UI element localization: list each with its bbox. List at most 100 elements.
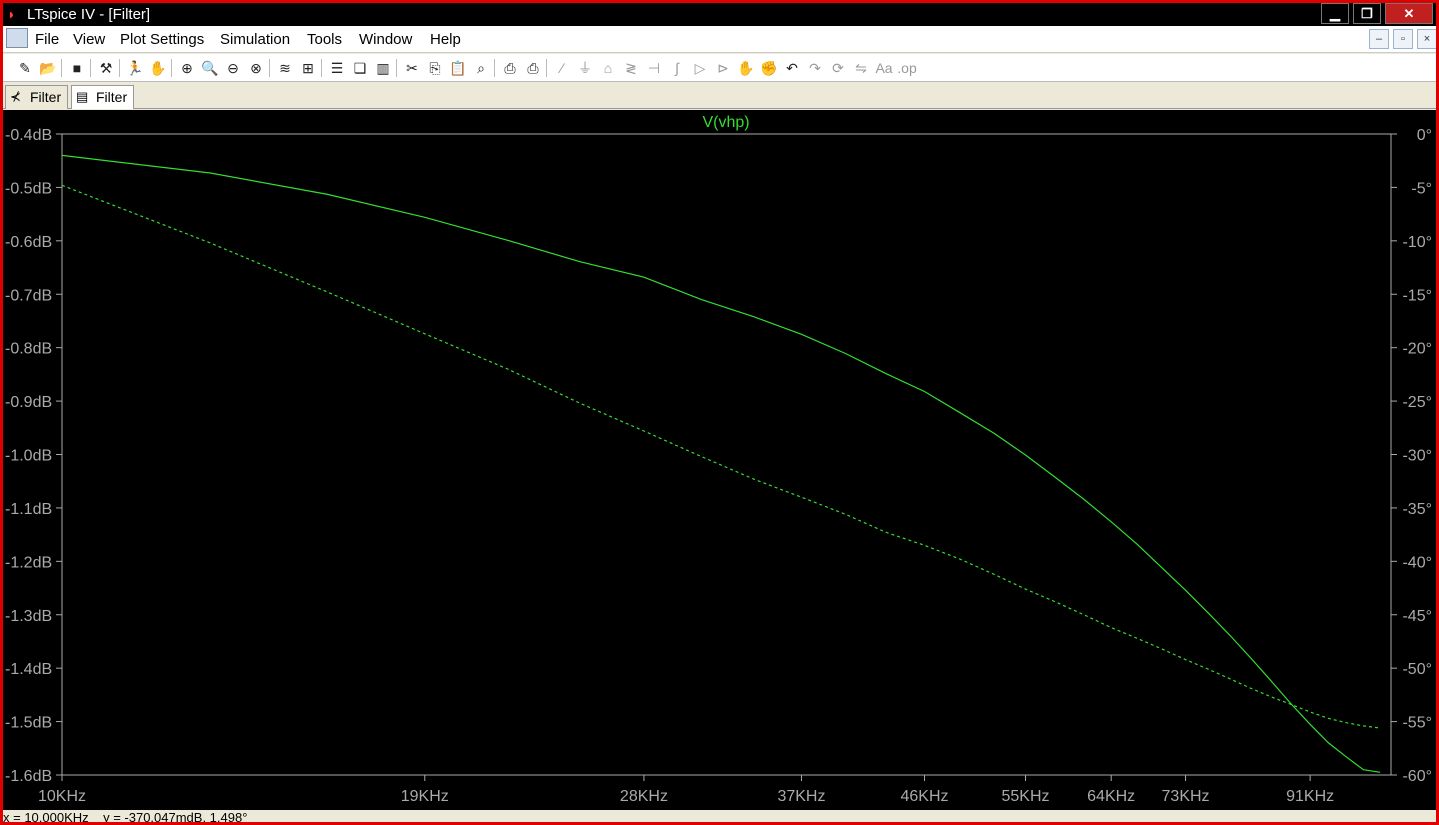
- open-icon[interactable]: 📂: [38, 58, 58, 78]
- zoom-in-icon[interactable]: ⊕: [177, 58, 197, 78]
- waveform-icon: ▤: [76, 89, 89, 104]
- drag-icon[interactable]: ✊: [759, 58, 779, 78]
- x-tick-label: 46KHz: [901, 788, 949, 805]
- tile-vertical-icon[interactable]: ▥: [373, 58, 393, 78]
- run-icon[interactable]: 🏃: [125, 58, 145, 78]
- y-right-tick-label: -50°: [1402, 661, 1432, 678]
- waveform-window-icon[interactable]: [6, 28, 28, 48]
- wire-icon[interactable]: ∕: [552, 58, 572, 78]
- menu-simulation[interactable]: Simulation: [220, 31, 290, 48]
- find-icon[interactable]: ⌕: [471, 58, 491, 78]
- status-bar: x = 10.000KHz y = -370.047mdB, 1.498°: [3, 810, 1436, 825]
- menu-bar: File View Plot Settings Simulation Tools…: [3, 26, 1436, 53]
- tab-schematic-filter[interactable]: ⊀ Filter: [5, 85, 69, 109]
- mdi-minimize-button[interactable]: –: [1369, 29, 1389, 49]
- y-left-tick-label: -0.5dB: [5, 180, 52, 197]
- zoom-area-icon[interactable]: 🔍: [200, 58, 220, 78]
- restore-button[interactable]: ❐: [1353, 3, 1381, 24]
- toolbar-separator: [119, 59, 120, 77]
- y-right-tick-label: -15°: [1402, 287, 1432, 304]
- print-icon[interactable]: ⎙: [523, 58, 543, 78]
- menu-plot-settings[interactable]: Plot Settings: [120, 31, 204, 48]
- capacitor-icon[interactable]: ⊣: [644, 58, 664, 78]
- y-left-tick-label: -1.1dB: [5, 501, 52, 518]
- y-right-tick-label: -55°: [1402, 715, 1432, 732]
- y-left-tick-label: -0.8dB: [5, 341, 52, 358]
- y-left-tick-label: -1.4dB: [5, 661, 52, 678]
- new-schematic-icon[interactable]: ✎: [15, 58, 35, 78]
- copy-icon[interactable]: ⎘: [425, 58, 445, 78]
- zoom-cancel-icon[interactable]: ⊗: [246, 58, 266, 78]
- component-icon[interactable]: ⊳: [713, 58, 733, 78]
- x-tick-label: 55KHz: [1002, 788, 1050, 805]
- cursor-readout: x = 10.000KHz y = -370.047mdB, 1.498°: [3, 810, 248, 825]
- y-left-tick-label: -1.0dB: [5, 448, 52, 465]
- plot-background: [3, 110, 1436, 810]
- y-left-tick-label: -0.9dB: [5, 394, 52, 411]
- x-tick-label: 91KHz: [1286, 788, 1334, 805]
- y-left-tick-label: -1.6dB: [5, 768, 52, 785]
- mdi-restore-button[interactable]: ▫: [1393, 29, 1413, 49]
- cascade-icon[interactable]: ❏: [350, 58, 370, 78]
- redo-icon[interactable]: ↷: [805, 58, 825, 78]
- x-tick-label: 19KHz: [401, 788, 449, 805]
- minimize-button[interactable]: ▁: [1321, 3, 1349, 24]
- y-right-tick-label: -45°: [1402, 608, 1432, 625]
- y-right-tick-label: -40°: [1402, 554, 1432, 571]
- x-tick-label: 28KHz: [620, 788, 668, 805]
- tab-waveform-filter[interactable]: ▤ Filter: [71, 85, 135, 109]
- x-tick-label: 64KHz: [1087, 788, 1135, 805]
- waveform-plot[interactable]: -0.4dB -0.5dB -0.6dB -0.7dB -0.8dB -0.9dB -1.0…: [3, 110, 1436, 810]
- fit-icon[interactable]: ⊞: [298, 58, 318, 78]
- label-icon[interactable]: ⌂: [598, 58, 618, 78]
- y-right-tick-label: -35°: [1402, 501, 1432, 518]
- toolbar-separator: [269, 59, 270, 77]
- x-tick-label: 10KHz: [38, 788, 86, 805]
- menu-file[interactable]: File: [35, 31, 59, 48]
- menu-tools[interactable]: Tools: [307, 31, 342, 48]
- hammer-icon[interactable]: ⚒: [96, 58, 116, 78]
- autorange-icon[interactable]: ≋: [275, 58, 295, 78]
- print-preview-icon[interactable]: ⎙: [500, 58, 520, 78]
- toolbar-separator: [396, 59, 397, 77]
- tab-bar: ⊀ Filter ▤ Filter: [3, 83, 1436, 109]
- y-right-tick-label: -60°: [1402, 768, 1432, 785]
- spice-directive-icon[interactable]: .op: [897, 58, 917, 78]
- save-icon[interactable]: ■: [67, 58, 87, 78]
- menu-help[interactable]: Help: [430, 31, 461, 48]
- paste-icon[interactable]: 📋: [448, 58, 468, 78]
- inductor-icon[interactable]: ∫: [667, 58, 687, 78]
- y-right-tick-label: -5°: [1411, 180, 1432, 197]
- mdi-close-button[interactable]: ×: [1417, 29, 1436, 49]
- y-left-tick-label: -1.2dB: [5, 554, 52, 571]
- ltspice-window: ◗ LTspice IV - [Filter] ▁ ❐ ✕ File View …: [0, 0, 1439, 825]
- close-button[interactable]: ✕: [1385, 3, 1433, 24]
- zoom-out-icon[interactable]: ⊖: [223, 58, 243, 78]
- diode-icon[interactable]: ▷: [690, 58, 710, 78]
- menu-view[interactable]: View: [73, 31, 105, 48]
- mirror-icon[interactable]: ⇋: [851, 58, 871, 78]
- resistor-icon[interactable]: ≷: [621, 58, 641, 78]
- y-left-tick-label: -0.4dB: [5, 127, 52, 144]
- trace-label[interactable]: V(vhp): [702, 114, 749, 131]
- toolbar-separator: [61, 59, 62, 77]
- tile-horizontal-icon[interactable]: ☰: [327, 58, 347, 78]
- tab-label: Filter: [30, 89, 62, 105]
- toolbar-separator: [546, 59, 547, 77]
- window-title: LTspice IV - [Filter]: [27, 6, 151, 23]
- pan-hand-icon[interactable]: ✋: [148, 58, 168, 78]
- toolbar-separator: [321, 59, 322, 77]
- title-bar[interactable]: ◗ LTspice IV - [Filter] ▁ ❐ ✕: [3, 3, 1436, 26]
- text-icon[interactable]: Aa: [874, 58, 894, 78]
- menu-window[interactable]: Window: [359, 31, 412, 48]
- cut-icon[interactable]: ✂: [402, 58, 422, 78]
- undo-icon[interactable]: ↶: [782, 58, 802, 78]
- rotate-icon[interactable]: ⟳: [828, 58, 848, 78]
- y-left-tick-label: -0.6dB: [5, 234, 52, 251]
- y-left-tick-label: -1.3dB: [5, 608, 52, 625]
- y-right-tick-label: -30°: [1402, 448, 1432, 465]
- move-icon[interactable]: ✋: [736, 58, 756, 78]
- y-right-tick-label: -25°: [1402, 394, 1432, 411]
- ground-icon[interactable]: ⏚: [575, 58, 595, 78]
- y-right-tick-label: -20°: [1402, 341, 1432, 358]
